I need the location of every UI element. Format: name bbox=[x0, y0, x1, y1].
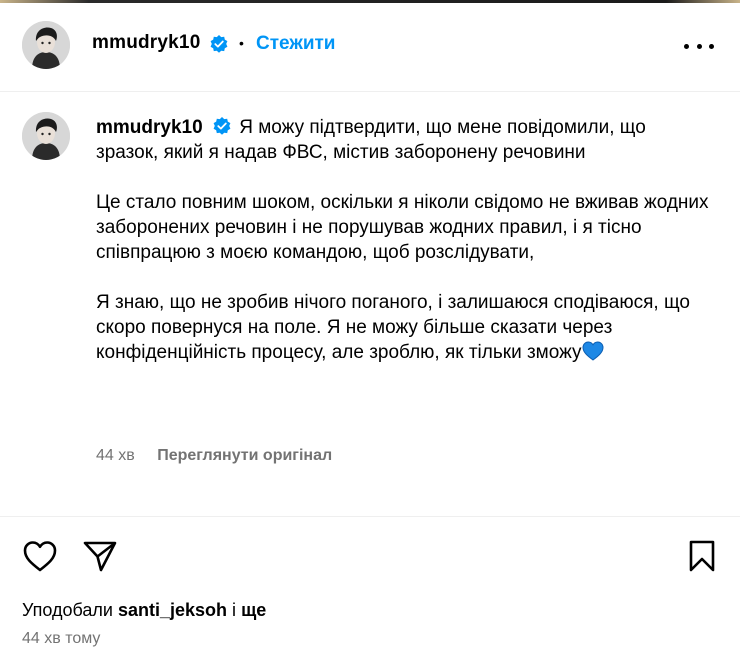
caption-paragraph-1: mmudryk10 Я можу підтвердити, що мене по… bbox=[96, 115, 711, 165]
caption-paragraph-3: Я знаю, що не зробив нічого поганого, і … bbox=[96, 290, 711, 365]
caption-avatar[interactable] bbox=[22, 112, 70, 160]
see-original-button[interactable]: Переглянути оригінал bbox=[157, 447, 332, 464]
more-options-icon[interactable] bbox=[684, 40, 714, 52]
separator-dot: • bbox=[239, 35, 244, 51]
header-username[interactable]: mmudryk10 bbox=[92, 32, 200, 54]
likes-joiner: і bbox=[232, 600, 237, 620]
divider bbox=[0, 516, 740, 517]
post-time-ago: 44 хв тому bbox=[22, 630, 101, 647]
avatar-image bbox=[22, 112, 70, 160]
caption-meta: 44 хв Переглянути оригінал bbox=[96, 447, 332, 465]
heart-icon[interactable] bbox=[22, 539, 58, 573]
post-header: mmudryk10 • Стежити bbox=[0, 0, 740, 92]
more-dot bbox=[696, 43, 702, 49]
caption-paragraph-2: Це стало повним шоком, оскільки я ніколи… bbox=[96, 190, 711, 265]
blue-heart-icon bbox=[582, 341, 604, 361]
avatar-image bbox=[22, 21, 70, 69]
caption-time: 44 хв bbox=[96, 447, 135, 464]
bookmark-icon[interactable] bbox=[686, 539, 718, 573]
caption-username[interactable]: mmudryk10 bbox=[96, 117, 203, 138]
likes-prefix: Уподобали bbox=[22, 600, 113, 620]
caption-text-2: Це стало повним шоком, оскільки я ніколи… bbox=[96, 192, 709, 263]
more-dot bbox=[684, 43, 689, 49]
likes-summary: Уподобали santi_jeksoh і ще bbox=[22, 600, 266, 621]
avatar[interactable] bbox=[22, 21, 70, 69]
likes-user-link[interactable]: santi_jeksoh bbox=[118, 600, 227, 620]
more-dot bbox=[709, 43, 714, 49]
verified-badge-icon bbox=[210, 35, 228, 53]
post-caption: mmudryk10 Я можу підтвердити, що мене по… bbox=[96, 115, 711, 365]
verified-badge-icon bbox=[213, 117, 231, 135]
likes-others-link[interactable]: ще bbox=[241, 600, 266, 620]
follow-button[interactable]: Стежити bbox=[256, 33, 335, 55]
paper-plane-icon[interactable] bbox=[82, 539, 118, 573]
